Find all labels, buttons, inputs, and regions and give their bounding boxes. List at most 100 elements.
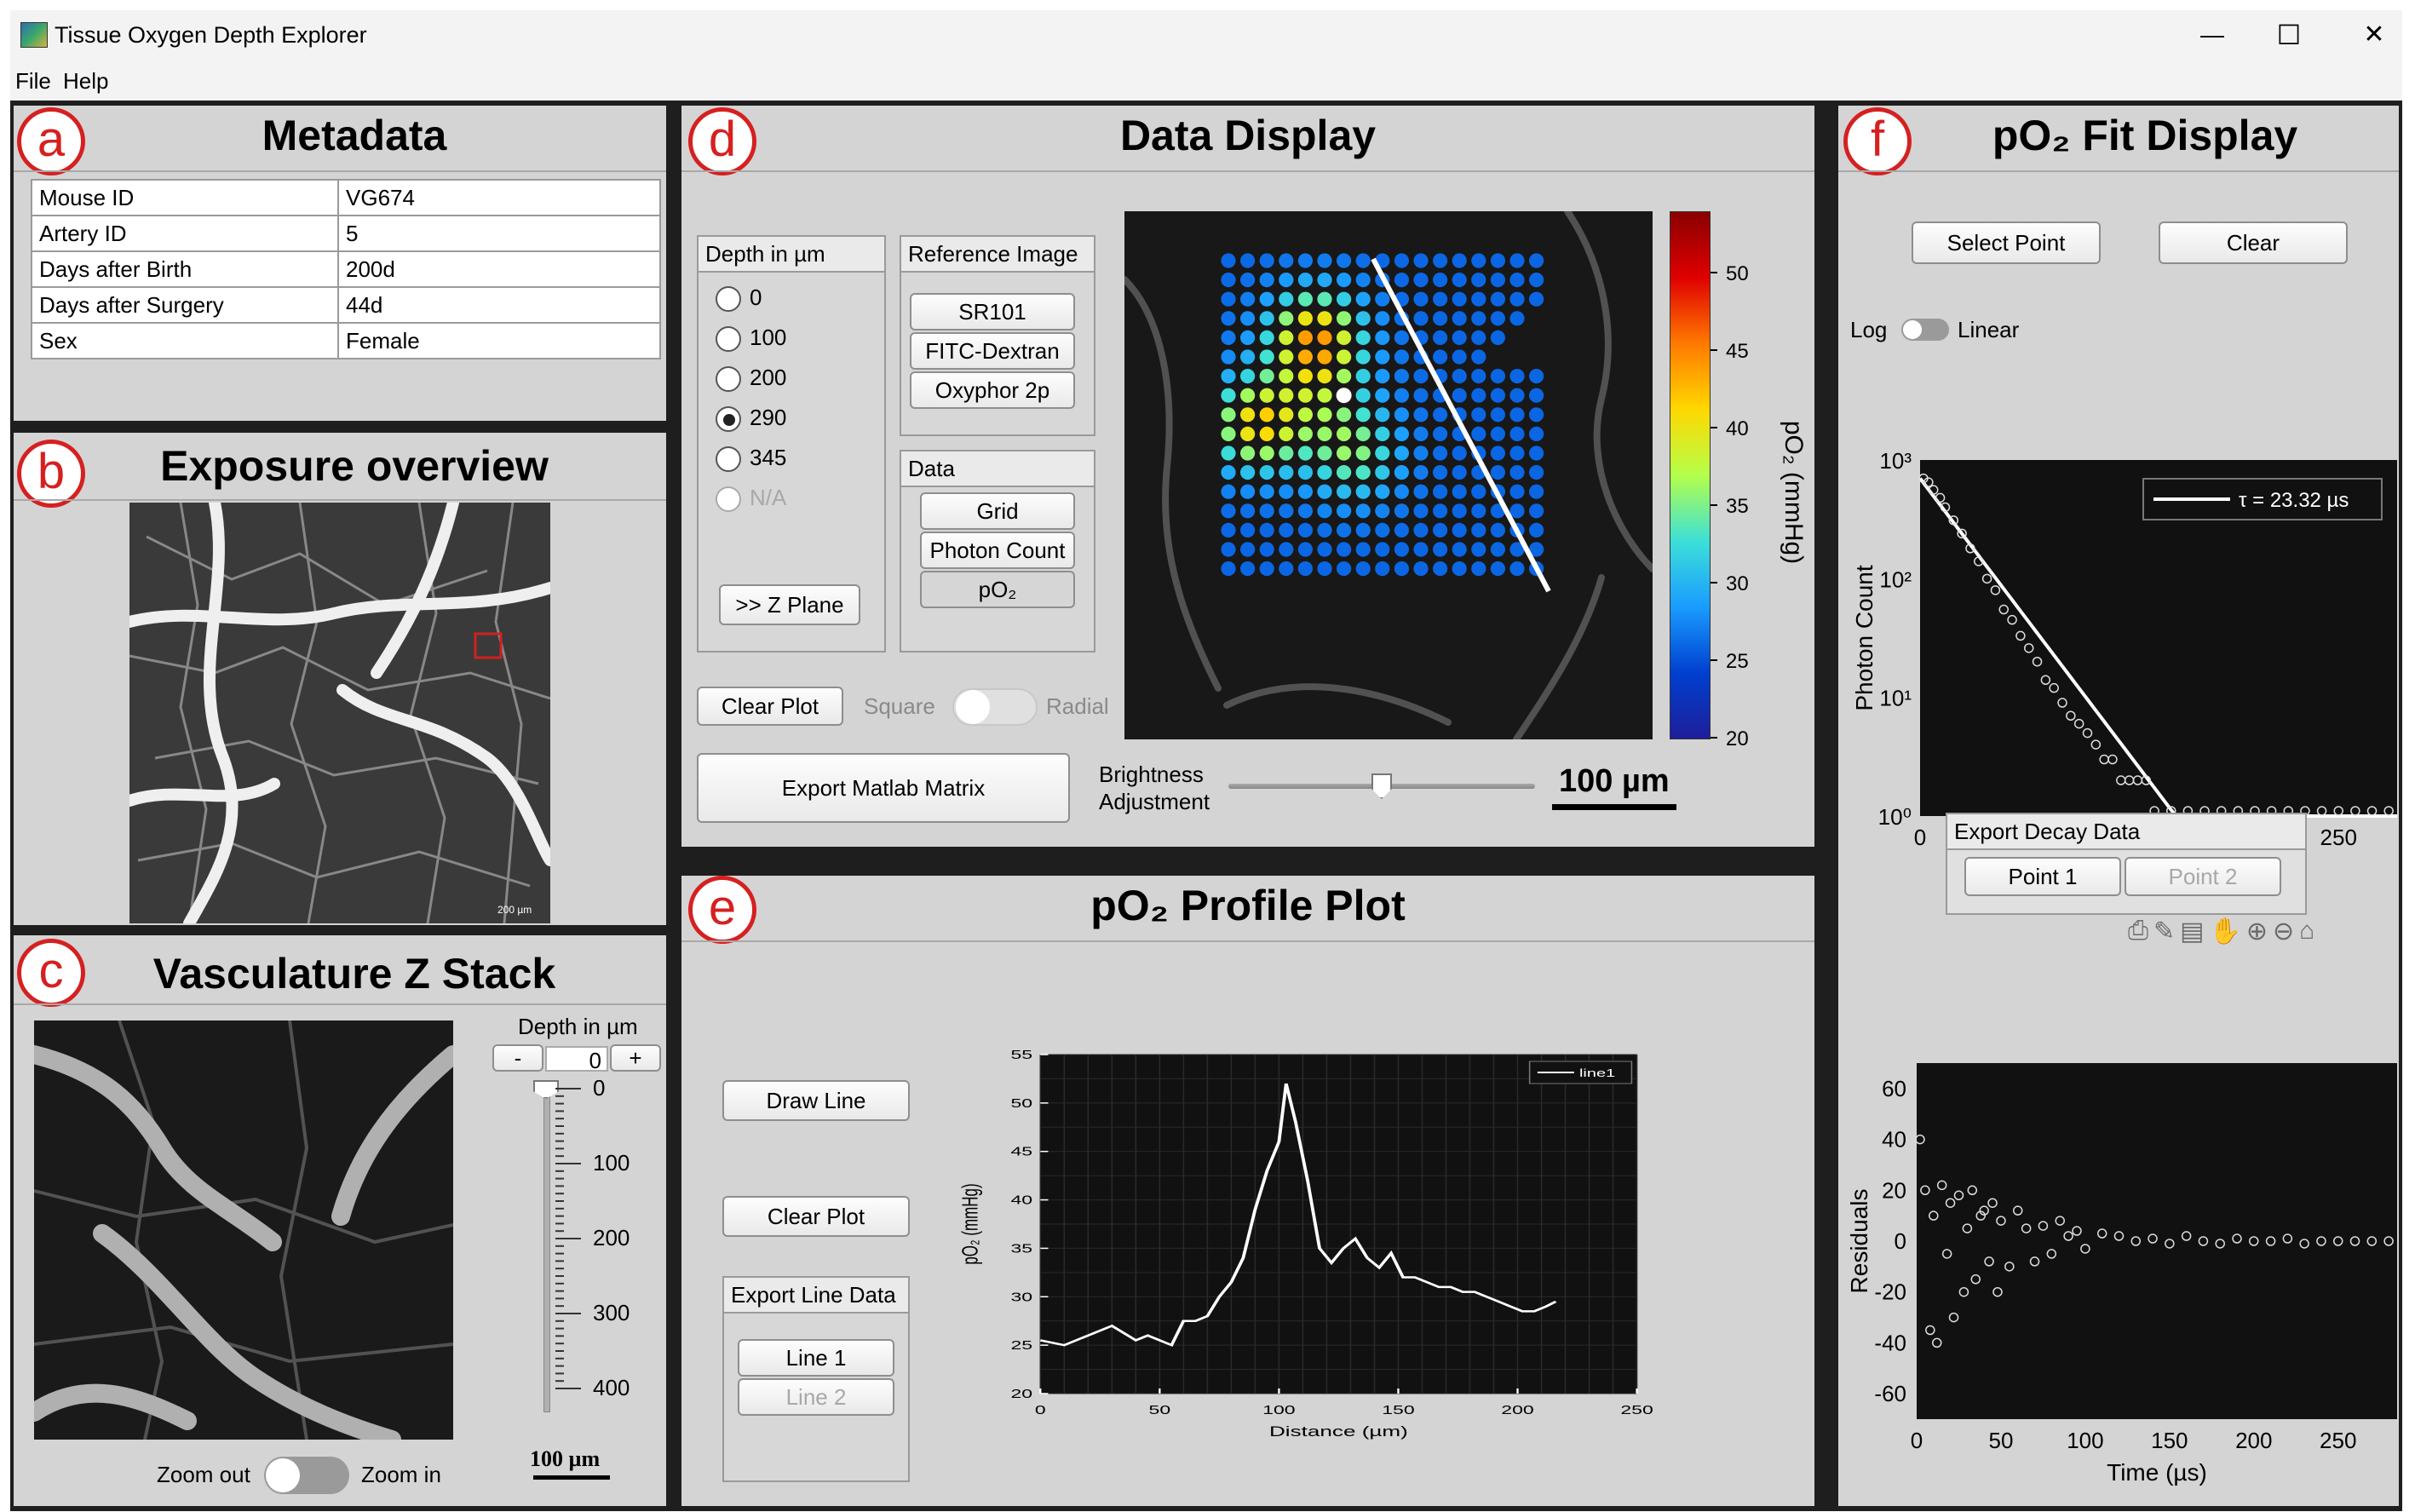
po2-grid-point[interactable] xyxy=(1355,542,1371,557)
po2-grid-point[interactable] xyxy=(1259,484,1274,499)
photon-count-button[interactable]: Photon Count xyxy=(920,532,1075,569)
po2-grid-point[interactable] xyxy=(1317,503,1332,519)
po2-grid-point[interactable] xyxy=(1394,542,1409,557)
po2-grid-point[interactable] xyxy=(1490,330,1505,345)
po2-grid-point[interactable] xyxy=(1471,388,1486,403)
po2-grid-point[interactable] xyxy=(1297,273,1313,288)
po2-grid-point[interactable] xyxy=(1471,407,1486,423)
po2-grid-point[interactable] xyxy=(1413,484,1429,499)
po2-grid-point[interactable] xyxy=(1355,465,1371,480)
po2-grid-point[interactable] xyxy=(1355,426,1371,441)
select-point-button[interactable]: Select Point xyxy=(1912,221,2101,264)
po2-grid-point[interactable] xyxy=(1394,522,1409,538)
po2-grid-point[interactable] xyxy=(1317,388,1332,403)
po2-grid-point[interactable] xyxy=(1355,291,1371,307)
po2-grid-point[interactable] xyxy=(1394,484,1409,499)
po2-grid-point[interactable] xyxy=(1279,503,1294,519)
po2-grid-point[interactable] xyxy=(1337,503,1352,519)
po2-grid-point[interactable] xyxy=(1452,311,1467,326)
po2-grid-point[interactable] xyxy=(1375,330,1390,345)
po2-grid-point[interactable] xyxy=(1413,273,1429,288)
po2-grid-point[interactable] xyxy=(1259,503,1274,519)
po2-grid-point[interactable] xyxy=(1529,484,1544,499)
po2-grid-point[interactable] xyxy=(1433,503,1448,519)
po2-grid-point[interactable] xyxy=(1355,503,1371,519)
po2-grid-point[interactable] xyxy=(1355,407,1371,423)
po2-grid-point[interactable] xyxy=(1297,561,1313,577)
po2-grid-point[interactable] xyxy=(1413,291,1429,307)
po2-grid-point[interactable] xyxy=(1337,542,1352,557)
po2-grid-point[interactable] xyxy=(1509,388,1525,403)
po2-grid-point[interactable] xyxy=(1471,426,1486,441)
po2-grid-point[interactable] xyxy=(1529,369,1544,384)
po2-grid-point[interactable] xyxy=(1317,253,1332,268)
po2-grid-point[interactable] xyxy=(1337,273,1352,288)
po2-grid-point[interactable] xyxy=(1433,542,1448,557)
po2-grid-point[interactable] xyxy=(1433,311,1448,326)
po2-grid-point[interactable] xyxy=(1375,484,1390,499)
po2-grid-point[interactable] xyxy=(1490,522,1505,538)
po2-grid-point[interactable] xyxy=(1375,446,1390,461)
menu-help[interactable]: Help xyxy=(63,68,108,95)
po2-grid-point[interactable] xyxy=(1394,561,1409,577)
po2-grid-point[interactable] xyxy=(1259,369,1274,384)
depth-radio-100[interactable] xyxy=(716,326,741,352)
clear-plot-button[interactable]: Clear Plot xyxy=(697,687,843,726)
po2-grid-point[interactable] xyxy=(1279,426,1294,441)
po2-grid-point[interactable] xyxy=(1529,253,1544,268)
po2-grid-point[interactable] xyxy=(1355,253,1371,268)
po2-grid-point[interactable] xyxy=(1452,446,1467,461)
po2-map-image[interactable] xyxy=(1124,211,1653,739)
po2-grid-point[interactable] xyxy=(1355,446,1371,461)
po2-grid-point[interactable] xyxy=(1240,253,1256,268)
po2-grid-point[interactable] xyxy=(1317,407,1332,423)
po2-grid-point[interactable] xyxy=(1413,407,1429,423)
po2-grid-point[interactable] xyxy=(1529,503,1544,519)
oxyphor-2p-button[interactable]: Oxyphor 2p xyxy=(910,371,1075,409)
po2-grid-point[interactable] xyxy=(1259,349,1274,365)
zstack-image[interactable] xyxy=(34,1020,453,1440)
po2-grid-point[interactable] xyxy=(1259,407,1274,423)
po2-grid-point[interactable] xyxy=(1433,561,1448,577)
po2-grid-point[interactable] xyxy=(1337,561,1352,577)
po2-grid-point[interactable] xyxy=(1337,311,1352,326)
po2-grid-point[interactable] xyxy=(1413,522,1429,538)
table-cell-value[interactable]: 200d xyxy=(337,250,661,288)
po2-grid-point[interactable] xyxy=(1317,291,1332,307)
po2-grid-point[interactable] xyxy=(1297,291,1313,307)
po2-grid-point[interactable] xyxy=(1509,253,1525,268)
po2-grid-point[interactable] xyxy=(1509,503,1525,519)
po2-grid-point[interactable] xyxy=(1240,484,1256,499)
po2-grid-point[interactable] xyxy=(1375,311,1390,326)
po2-grid-point[interactable] xyxy=(1471,311,1486,326)
po2-grid-point[interactable] xyxy=(1471,253,1486,268)
po2-grid-point[interactable] xyxy=(1394,273,1409,288)
depth-radio-200[interactable] xyxy=(716,366,741,392)
po2-grid-point[interactable] xyxy=(1337,465,1352,480)
residuals-chart[interactable]: 6040200-20-40-600 50 100 150 200 250Time (µs)… xyxy=(1838,949,2399,1494)
po2-grid-point[interactable] xyxy=(1259,311,1274,326)
po2-grid-point[interactable] xyxy=(1279,273,1294,288)
po2-grid-point[interactable] xyxy=(1413,388,1429,403)
close-button[interactable]: ✕ xyxy=(2344,15,2404,55)
po2-grid-point[interactable] xyxy=(1355,273,1371,288)
po2-grid-point[interactable] xyxy=(1375,522,1390,538)
po2-grid-point[interactable] xyxy=(1317,522,1332,538)
po2-grid-point[interactable] xyxy=(1317,484,1332,499)
po2-grid-point[interactable] xyxy=(1297,426,1313,441)
line1-button[interactable]: Line 1 xyxy=(738,1339,894,1377)
grid-button[interactable]: Grid xyxy=(920,492,1075,530)
po2-grid-point[interactable] xyxy=(1297,369,1313,384)
po2-grid-point[interactable] xyxy=(1529,273,1544,288)
po2-grid-point[interactable] xyxy=(1394,330,1409,345)
po2-grid-point[interactable] xyxy=(1221,388,1236,403)
po2-grid-point[interactable] xyxy=(1490,273,1505,288)
po2-grid-point[interactable] xyxy=(1317,273,1332,288)
po2-grid-point[interactable] xyxy=(1240,561,1256,577)
fit-clear-button[interactable]: Clear xyxy=(2159,221,2348,264)
po2-grid-point[interactable] xyxy=(1355,561,1371,577)
depth-value-field[interactable]: 0 xyxy=(545,1046,608,1073)
po2-grid-point[interactable] xyxy=(1452,542,1467,557)
po2-grid-point[interactable] xyxy=(1509,446,1525,461)
po2-grid-point[interactable] xyxy=(1297,446,1313,461)
